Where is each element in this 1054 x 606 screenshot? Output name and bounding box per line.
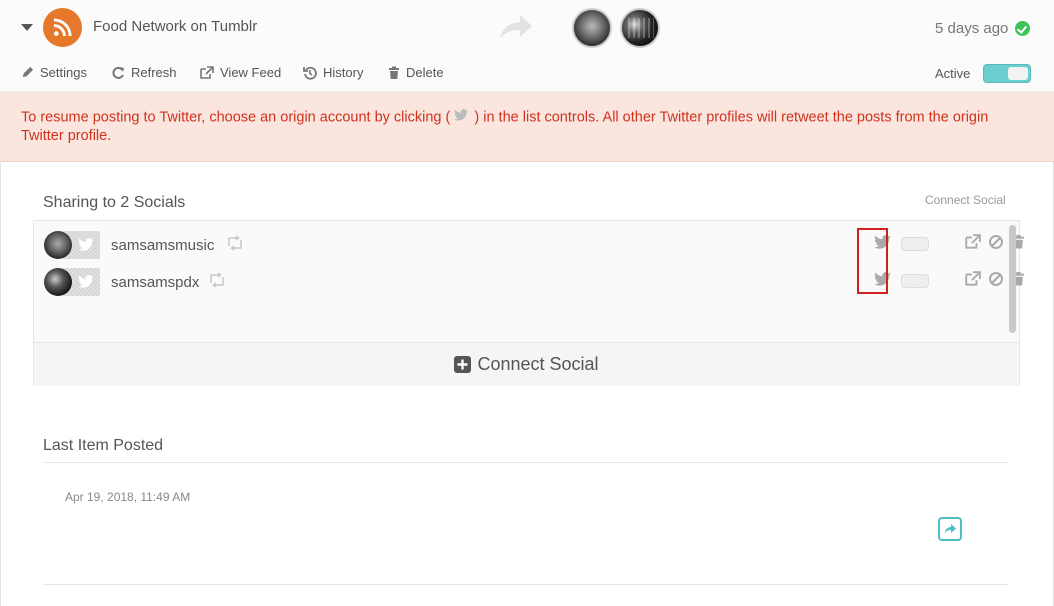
last-updated-time: 5 days ago [935,20,1009,37]
settings-button[interactable]: Settings [21,65,87,80]
view-feed-button[interactable]: View Feed [199,65,281,80]
retweet-icon [208,272,226,293]
social-avatar[interactable] [620,8,660,48]
refresh-button[interactable]: Refresh [111,65,177,80]
history-icon [303,66,317,80]
delete-label: Delete [406,65,444,80]
history-button[interactable]: History [303,65,363,80]
feed-header: Food Network on Tumblr 5 days ago Settin… [0,0,1054,92]
divider [43,462,1009,463]
settings-label: Settings [40,65,87,80]
refresh-icon [112,66,124,79]
social-avatar[interactable] [572,8,612,48]
collapse-caret-icon[interactable] [21,24,33,31]
active-label: Active [935,66,971,81]
warning-text-start: To resume posting to Twitter, choose an … [21,109,451,126]
last-item-title: Last Item Posted [43,437,164,454]
account-toggle[interactable] [901,274,929,288]
external-link-icon [200,65,214,79]
divider [43,584,1009,585]
share-arrow-icon [498,12,534,47]
view-feed-label: View Feed [220,65,282,80]
delete-button[interactable]: Delete [388,65,444,80]
account-name: samsamsmusic [111,237,215,254]
connect-social-link[interactable]: Connect Social [925,193,1006,207]
list-scrollbar[interactable] [1009,225,1016,333]
pencil-icon [22,66,34,78]
connect-social-button[interactable]: Connect Social [34,342,1019,386]
avatar [44,268,72,296]
sharing-title: Sharing to 2 Socials [43,194,186,211]
row-controls [867,234,1024,258]
external-link-icon[interactable] [964,234,981,250]
twitter-origin-warning: To resume posting to Twitter, choose an … [0,92,1054,162]
account-toggle[interactable] [901,237,929,251]
status-ok-icon [1015,21,1030,36]
retweet-icon [226,235,244,256]
external-link-icon[interactable] [964,271,981,287]
post-date: Apr 19, 2018, 11:49 AM [65,490,191,504]
twitter-icon [454,108,470,127]
plus-square-icon [454,356,472,373]
avatar [44,231,72,259]
active-toggle[interactable] [983,64,1031,83]
history-label: History [323,65,364,80]
origin-highlight-box [857,228,888,294]
refresh-label: Refresh [131,65,177,80]
share-icon [944,524,956,534]
row-controls [867,271,1024,295]
account-name: samsamspdx [111,274,200,291]
disable-icon[interactable] [988,234,1004,250]
repost-button[interactable] [938,517,962,541]
rss-feed-icon [43,8,82,47]
trash-icon [389,66,399,79]
connect-social-label: Connect Social [477,354,599,374]
feed-title: Food Network on Tumblr [93,18,258,35]
disable-icon[interactable] [988,271,1004,287]
